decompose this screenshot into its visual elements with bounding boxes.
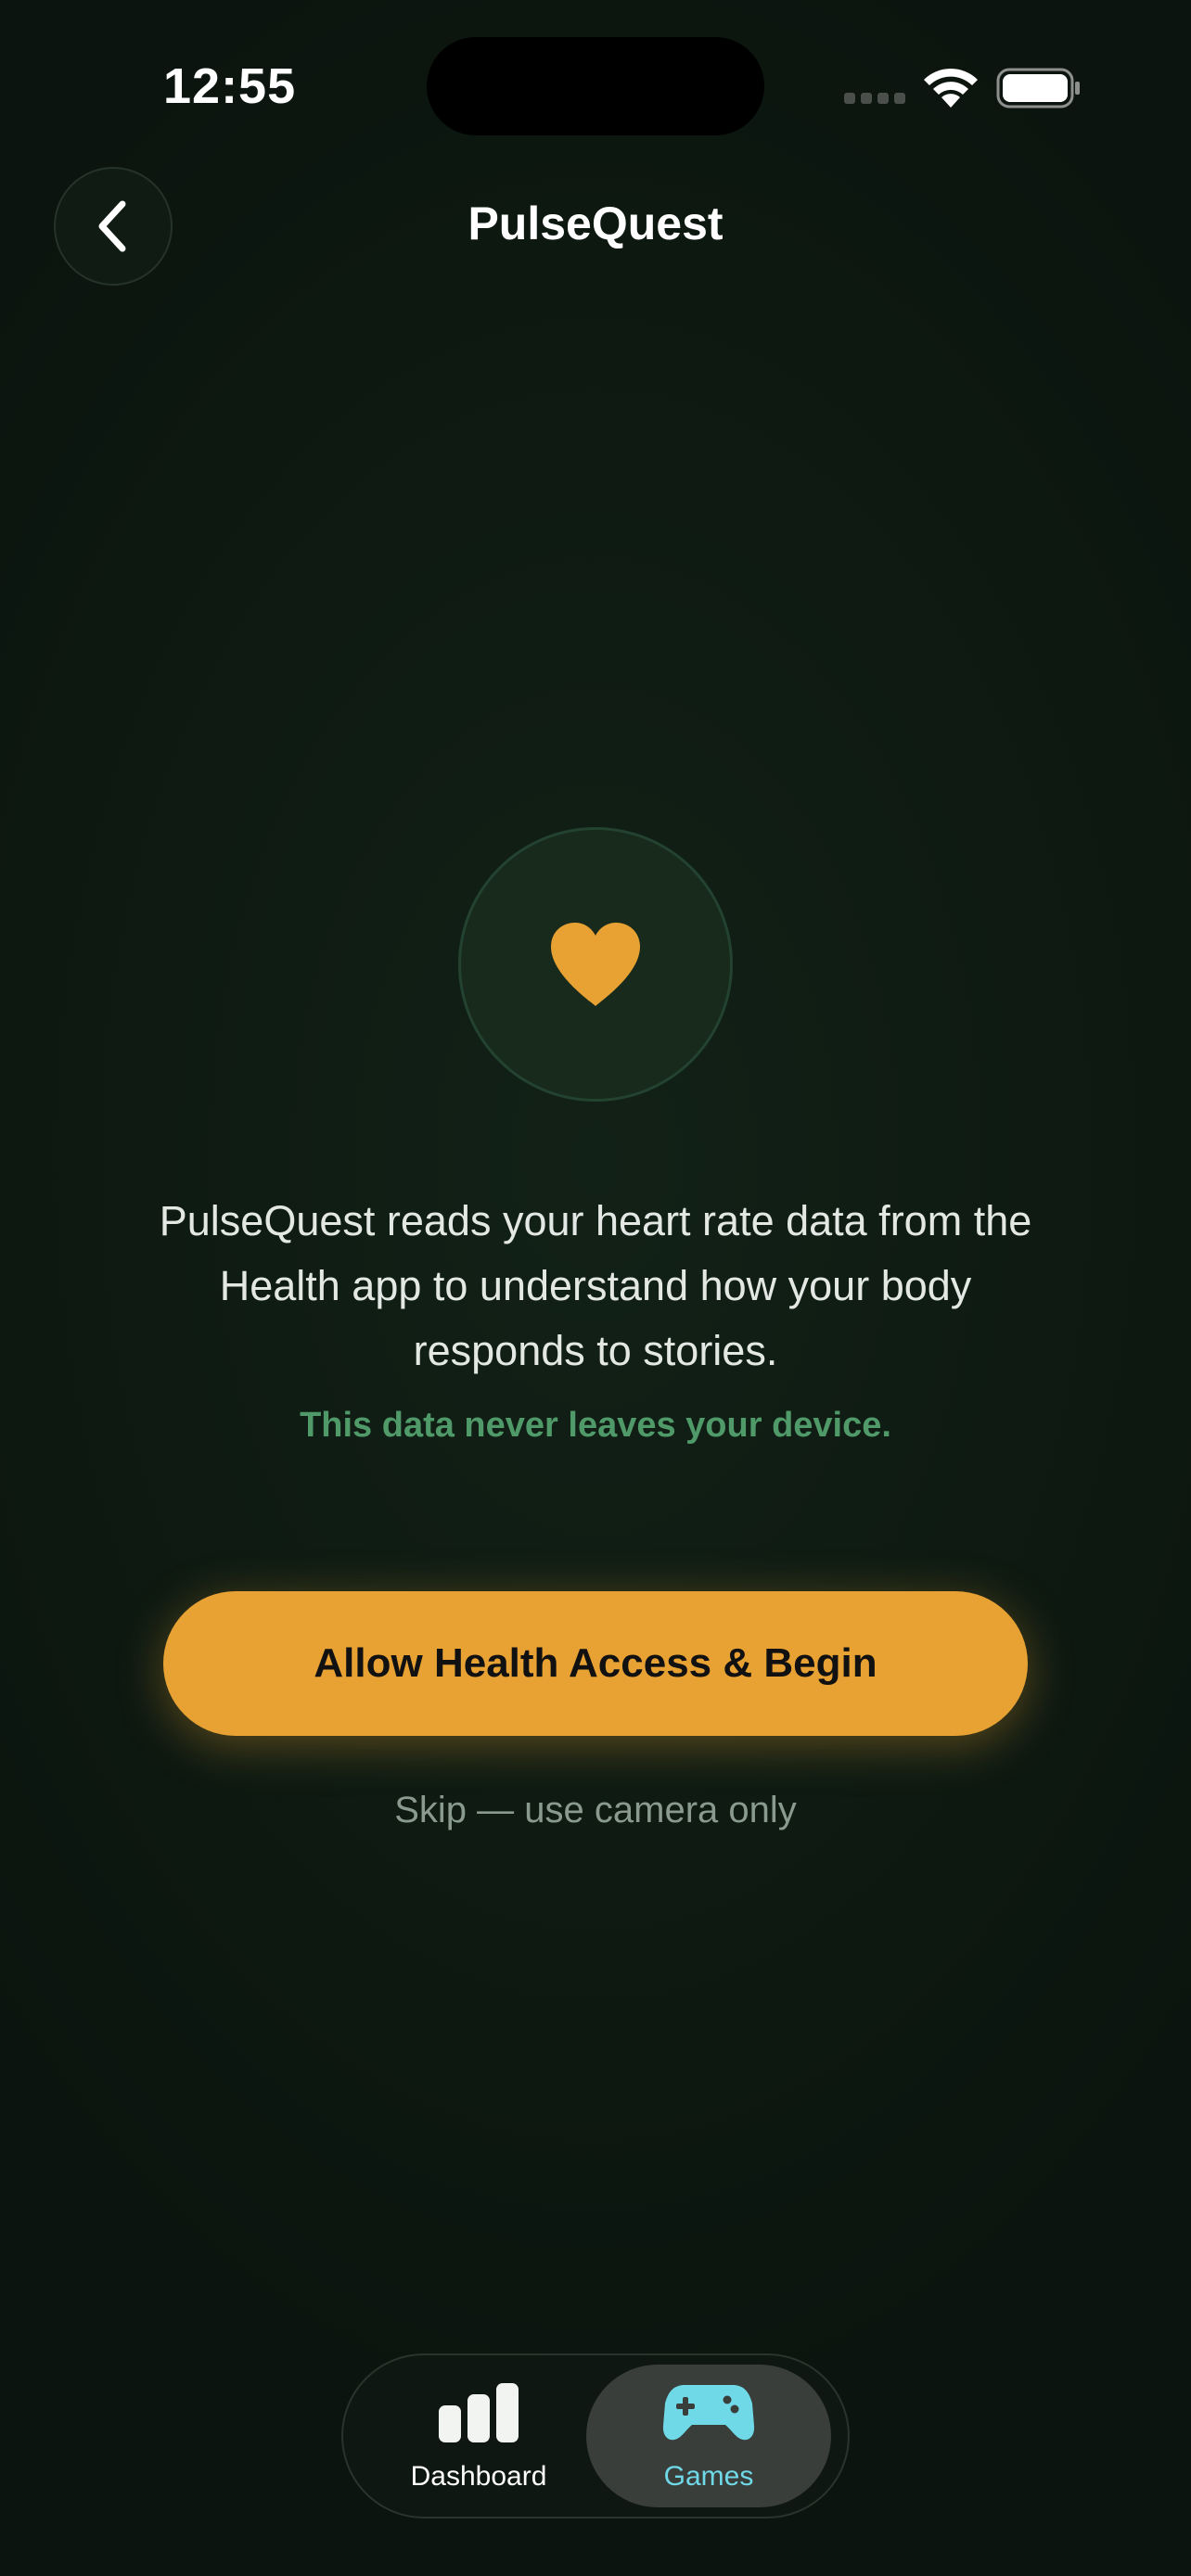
permission-description: PulseQuest reads your heart rate data fr… xyxy=(159,1197,1032,1374)
heart-icon xyxy=(551,923,640,1006)
allow-health-access-button[interactable]: Allow Health Access & Begin xyxy=(163,1591,1028,1736)
skip-camera-only-link[interactable]: Skip — use camera only xyxy=(0,1790,1191,1831)
wifi-icon xyxy=(924,68,978,108)
tab-dashboard-label: Dashboard xyxy=(410,2461,547,2492)
battery-icon xyxy=(996,68,1080,108)
health-permission-screen: 12:55 PulseQuest PulseQuest reads your h… xyxy=(0,0,1191,2576)
tab-bar: Dashboard Games xyxy=(341,2353,850,2519)
tab-games-label: Games xyxy=(663,2461,754,2492)
privacy-note: This data never leaves your device. xyxy=(300,1406,891,1445)
tab-dashboard[interactable]: Dashboard xyxy=(356,2365,601,2507)
status-time: 12:55 xyxy=(163,58,297,114)
cellular-signal-icon xyxy=(844,93,905,106)
page-title: PulseQuest xyxy=(467,198,724,249)
heart-badge xyxy=(458,827,733,1102)
tab-games[interactable]: Games xyxy=(586,2365,831,2507)
dynamic-island xyxy=(427,37,764,135)
bar-chart-icon xyxy=(439,2383,519,2442)
gamepad-icon xyxy=(662,2385,755,2441)
